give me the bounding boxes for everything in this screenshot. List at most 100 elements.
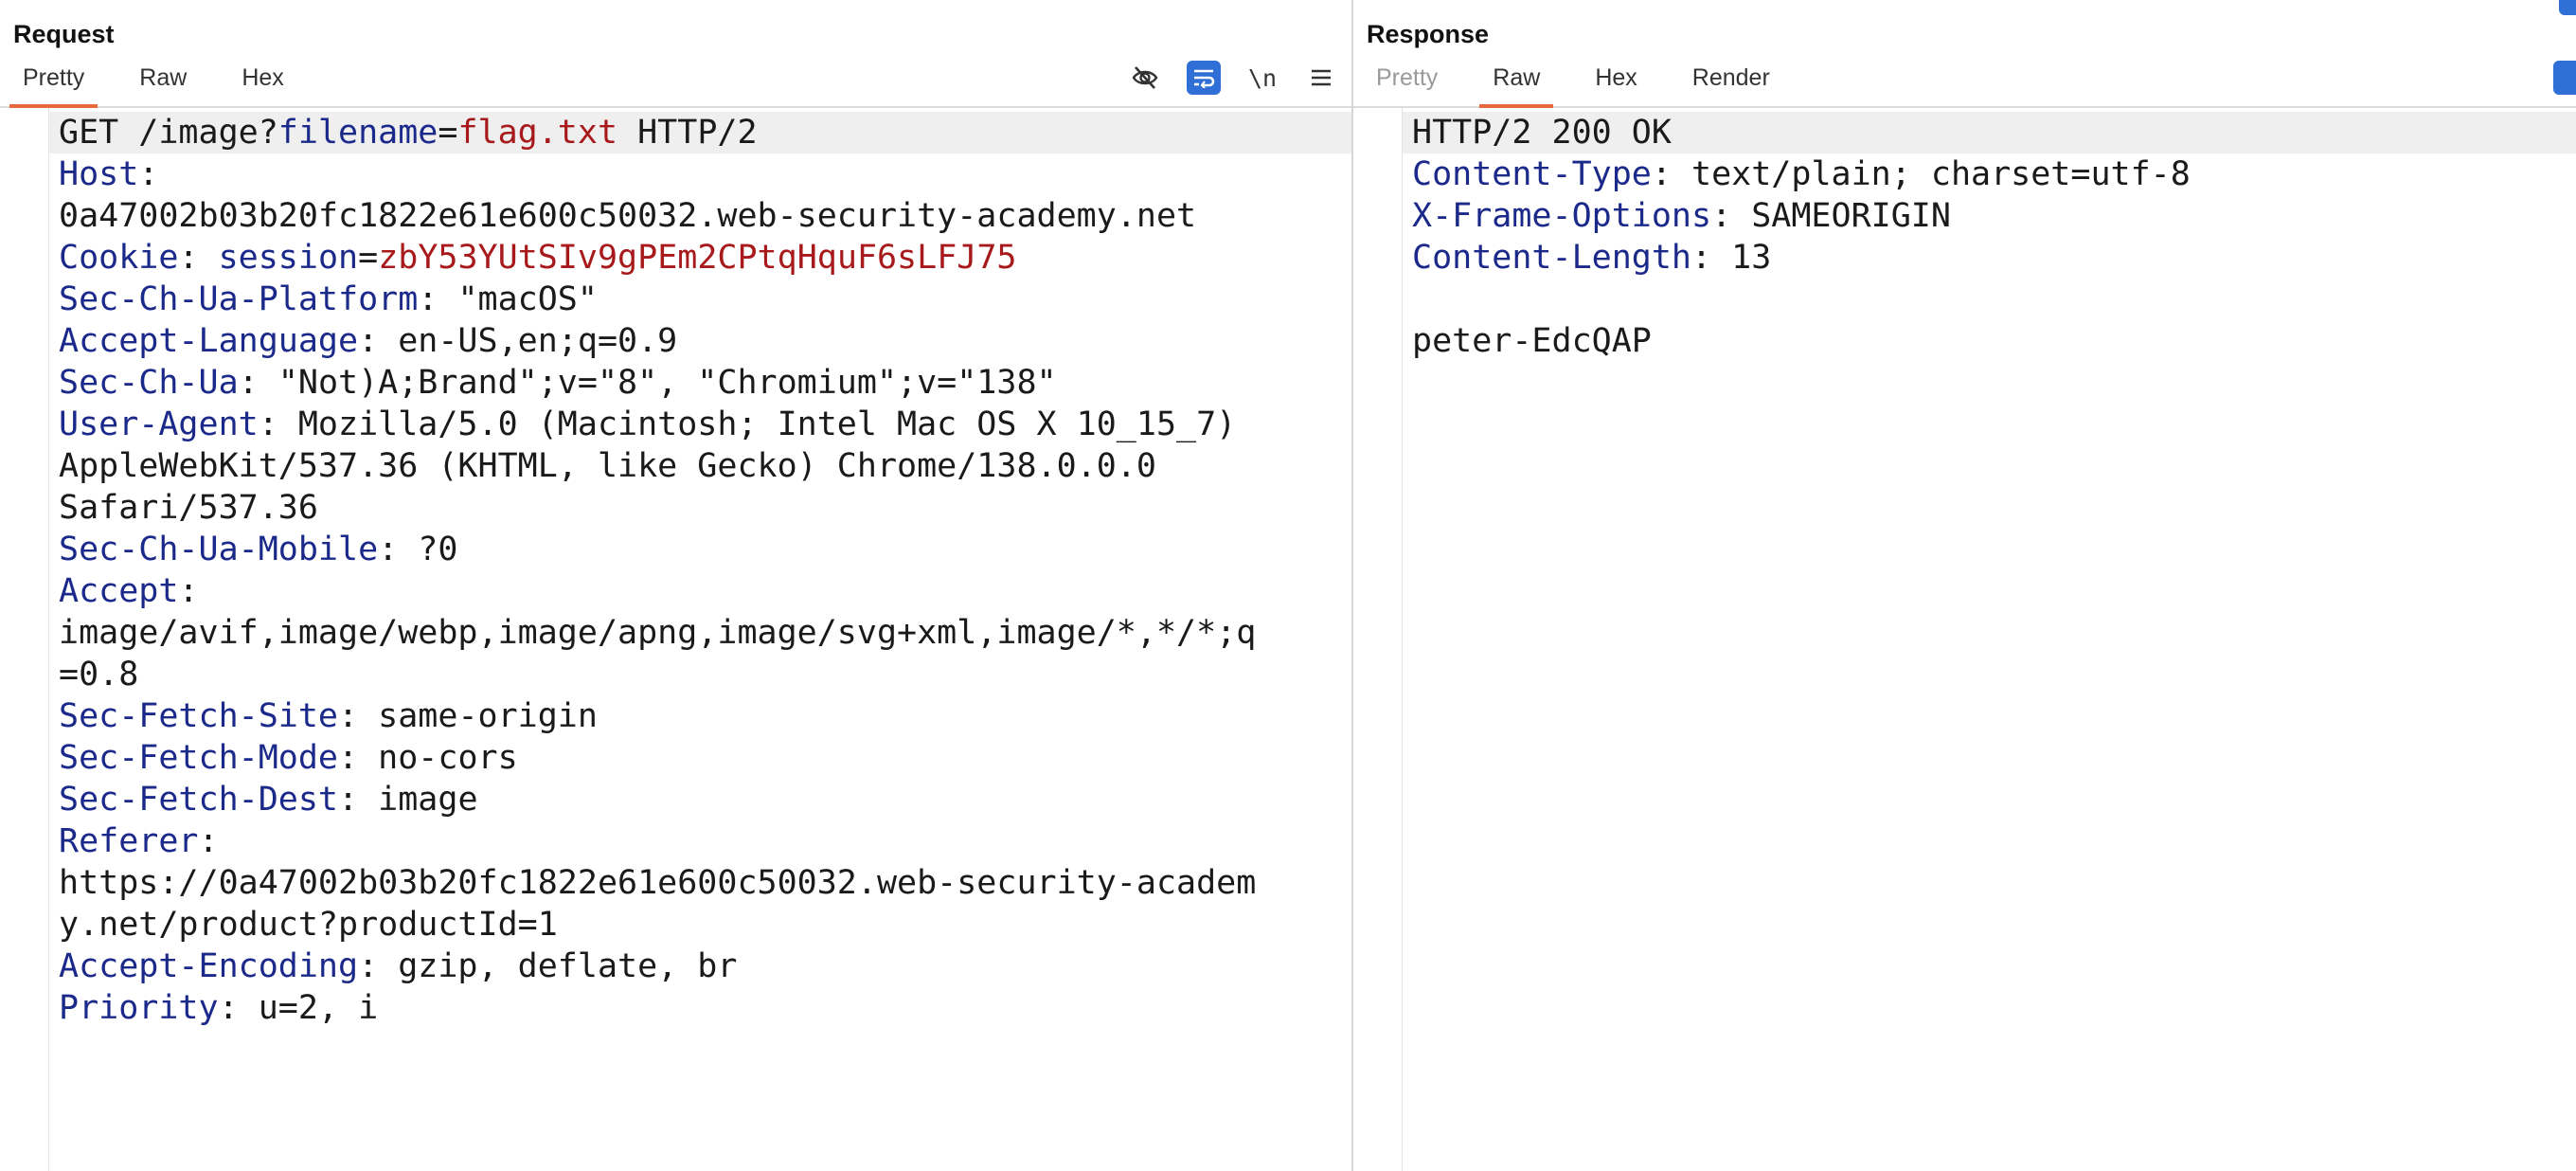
line-text: y.net/product?productId=1 xyxy=(49,904,558,946)
header-name: User-Agent xyxy=(59,405,259,443)
header-name: Sec-Fetch-Mode xyxy=(59,739,339,777)
request-tab-pretty[interactable]: Pretty xyxy=(9,49,98,108)
param-name: session xyxy=(218,239,359,277)
param-name: filename xyxy=(277,114,438,152)
request-code-line[interactable]: 10Sec-Fetch-Site: same-origin xyxy=(49,695,1351,737)
response-title: Response xyxy=(1367,20,1490,48)
line-text: 0a47002b03b20fc1822e61e600c50032.web-sec… xyxy=(49,195,1196,237)
text-wrap-icon[interactable] xyxy=(1187,61,1221,95)
response-code-line[interactable]: 2Content-Type: text/plain; charset=utf-8 xyxy=(1403,153,2576,195)
plain-text: HTTP/2 200 OK xyxy=(1412,114,1672,152)
plain-text: image/avif,image/webp,image/apng,image/s… xyxy=(59,614,1257,652)
burp-repeater-view: Request Pretty Raw Hex \n GET /image?fil… xyxy=(0,0,2576,1171)
response-code-line[interactable]: 5 xyxy=(1403,279,2576,320)
response-code-line[interactable]: 6peter-EdcQAP xyxy=(1403,320,2576,362)
plain-text: y.net/product?productId=1 xyxy=(59,906,558,944)
request-code-line[interactable]: Safari/537.36 xyxy=(49,487,1351,529)
plain-text: : u=2, i xyxy=(218,989,379,1027)
response-text-wrap-icon[interactable] xyxy=(2553,61,2576,95)
header-name: Sec-Ch-Ua xyxy=(59,364,239,402)
show-newlines-toggle[interactable]: \n xyxy=(1245,61,1279,95)
hamburger-menu-icon[interactable] xyxy=(1304,61,1338,95)
response-editor[interactable]: 1HTTP/2 200 OK2Content-Type: text/plain;… xyxy=(1353,108,2576,1171)
header-name: Content-Type xyxy=(1412,155,1652,193)
plain-text: GET /image? xyxy=(59,114,278,152)
request-gutter xyxy=(0,108,49,1171)
header-name: Host xyxy=(59,155,139,193)
request-code-line[interactable]: 9Accept: xyxy=(49,570,1351,612)
request-code-line[interactable]: 0a47002b03b20fc1822e61e600c50032.web-sec… xyxy=(49,195,1351,237)
request-code-line[interactable]: image/avif,image/webp,image/apng,image/s… xyxy=(49,612,1351,654)
request-code-line[interactable]: 8Sec-Ch-Ua-Mobile: ?0 xyxy=(49,529,1351,570)
response-tab-render[interactable]: Render xyxy=(1679,49,1783,106)
request-code-line[interactable]: =0.8 xyxy=(49,654,1351,695)
plain-text: : same-origin xyxy=(338,697,598,735)
request-code-line[interactable]: 13Referer: xyxy=(49,820,1351,862)
response-gutter xyxy=(1353,108,1403,1171)
request-code-line[interactable]: 15Priority: u=2, i xyxy=(49,987,1351,1029)
header-name: Accept-Encoding xyxy=(59,947,359,985)
request-code-line[interactable]: AppleWebKit/537.36 (KHTML, like Gecko) C… xyxy=(49,445,1351,487)
response-code-line[interactable]: 1HTTP/2 200 OK xyxy=(1403,112,2576,153)
plain-text: = xyxy=(358,239,379,277)
request-pane: Request Pretty Raw Hex \n GET /image?fil… xyxy=(0,0,1353,1171)
line-text: X-Frame-Options: SAMEORIGIN xyxy=(1403,195,1951,237)
plain-text: : xyxy=(178,572,199,610)
response-tab-pretty[interactable]: Pretty xyxy=(1363,49,1451,106)
line-text xyxy=(49,1071,79,1112)
request-code[interactable]: 1GET /image?filename=flag.txt HTTP/22Hos… xyxy=(49,108,1351,1171)
line-text: Sec-Ch-Ua: "Not)A;Brand";v="8", "Chromiu… xyxy=(49,362,1057,404)
line-text: Sec-Fetch-Dest: image xyxy=(49,779,478,820)
request-code-line[interactable]: 6Sec-Ch-Ua: "Not)A;Brand";v="8", "Chromi… xyxy=(49,362,1351,404)
line-text: Host: xyxy=(49,153,158,195)
request-tab-raw[interactable]: Raw xyxy=(126,49,200,106)
response-code-line[interactable]: 7 xyxy=(1403,362,2576,404)
request-code-line[interactable]: 14Accept-Encoding: gzip, deflate, br xyxy=(49,946,1351,987)
line-text: Cookie: session=zbY53YUtSIv9gPEm2CPtqHqu… xyxy=(49,237,1016,279)
response-code[interactable]: 1HTTP/2 200 OK2Content-Type: text/plain;… xyxy=(1403,108,2576,1171)
request-code-line[interactable]: 16 xyxy=(49,1029,1351,1071)
line-text xyxy=(1403,362,1432,404)
line-text: Safari/537.36 xyxy=(49,487,318,529)
response-tabbar: Pretty Raw Hex Render xyxy=(1353,49,2576,108)
plain-text: : SAMEORIGIN xyxy=(1711,197,1951,235)
line-text: Content-Type: text/plain; charset=utf-8 xyxy=(1403,153,2191,195)
plain-text: 0a47002b03b20fc1822e61e600c50032.web-sec… xyxy=(59,197,1197,235)
plain-text: : text/plain; charset=utf-8 xyxy=(1651,155,2191,193)
request-code-line[interactable]: 7User-Agent: Mozilla/5.0 (Macintosh; Int… xyxy=(49,404,1351,445)
response-tab-hex[interactable]: Hex xyxy=(1582,49,1650,106)
response-pane: Response Pretty Raw Hex Render 1HTTP/2 2… xyxy=(1353,0,2576,1171)
response-tab-raw[interactable]: Raw xyxy=(1479,49,1554,108)
plain-text: : 13 xyxy=(1691,239,1772,277)
response-code-line[interactable]: 3X-Frame-Options: SAMEORIGIN xyxy=(1403,195,2576,237)
plain-text: : no-cors xyxy=(338,739,518,777)
line-text: AppleWebKit/537.36 (KHTML, like Gecko) C… xyxy=(49,445,1156,487)
request-code-line[interactable]: 17 xyxy=(49,1071,1351,1112)
header-name: Accept xyxy=(59,572,179,610)
line-text xyxy=(49,1029,79,1071)
request-code-line[interactable]: 1GET /image?filename=flag.txt HTTP/2 xyxy=(49,112,1351,153)
line-text: Content-Length: 13 xyxy=(1403,237,1771,279)
layout-toggle-button[interactable] xyxy=(2559,0,2576,15)
header-name: Sec-Ch-Ua-Platform xyxy=(59,280,419,318)
plain-text: = xyxy=(438,114,458,152)
request-editor[interactable]: 1GET /image?filename=flag.txt HTTP/22Hos… xyxy=(0,108,1351,1171)
header-name: Referer xyxy=(59,822,199,860)
plain-text: : xyxy=(138,155,159,193)
request-code-line[interactable]: 11Sec-Fetch-Mode: no-cors xyxy=(49,737,1351,779)
eye-slash-icon[interactable] xyxy=(1128,61,1162,95)
request-code-line[interactable]: 12Sec-Fetch-Dest: image xyxy=(49,779,1351,820)
line-text: Accept-Language: en-US,en;q=0.9 xyxy=(49,320,677,362)
plain-text: : image xyxy=(338,781,478,819)
request-code-line[interactable]: 3Cookie: session=zbY53YUtSIv9gPEm2CPtqHq… xyxy=(49,237,1351,279)
request-code-line[interactable]: 4Sec-Ch-Ua-Platform: "macOS" xyxy=(49,279,1351,320)
request-code-line[interactable]: https://0a47002b03b20fc1822e61e600c50032… xyxy=(49,862,1351,904)
request-code-line[interactable]: y.net/product?productId=1 xyxy=(49,904,1351,946)
plain-text: HTTP/2 xyxy=(617,114,758,152)
line-text: HTTP/2 200 OK xyxy=(1403,112,1672,153)
request-tab-hex[interactable]: Hex xyxy=(228,49,296,106)
request-code-line[interactable]: 2Host: xyxy=(49,153,1351,195)
plain-text: : ?0 xyxy=(378,531,458,568)
request-code-line[interactable]: 5Accept-Language: en-US,en;q=0.9 xyxy=(49,320,1351,362)
response-code-line[interactable]: 4Content-Length: 13 xyxy=(1403,237,2576,279)
